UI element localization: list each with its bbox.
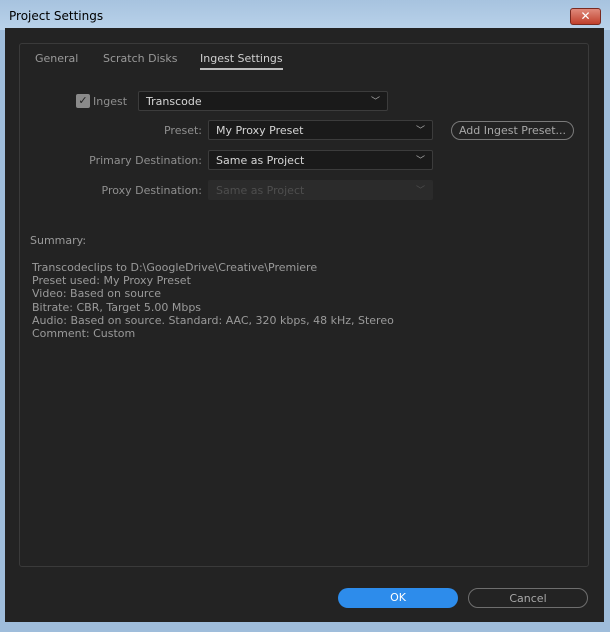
proxy-destination-value: Same as Project <box>216 184 305 197</box>
chevron-down-icon: ﹀ <box>415 186 425 196</box>
summary-line: Comment: Custom <box>32 327 136 341</box>
close-button[interactable]: ✕ <box>570 8 601 25</box>
summary-line: Video: Based on source <box>32 287 162 301</box>
summary-line: Bitrate: CBR, Target 5.00 Mbps <box>32 300 202 314</box>
preset-label: Preset: <box>163 124 202 137</box>
summary-line: Audio: Based on source. Standard: AAC, 3… <box>32 313 394 327</box>
ingest-checkbox[interactable]: ✓ <box>76 94 90 108</box>
ingest-mode-value: Transcode <box>146 95 202 108</box>
preset-value: My Proxy Preset <box>216 124 304 137</box>
chevron-down-icon: ﹀ <box>415 156 425 166</box>
add-ingest-preset-button[interactable]: Add Ingest Preset... <box>451 121 574 140</box>
proxy-destination-label: Proxy Destination: <box>101 184 202 197</box>
tab-scratch-disks[interactable]: Scratch Disks <box>103 52 177 65</box>
chevron-down-icon: ﹀ <box>370 97 380 107</box>
cancel-button[interactable]: Cancel <box>468 588 588 608</box>
proxy-destination-dropdown: Same as Project ﹀ <box>208 180 433 200</box>
tab-ingest-settings[interactable]: Ingest Settings <box>200 52 283 70</box>
summary-heading: Summary: <box>30 234 87 247</box>
settings-panel: General Scratch Disks Ingest Settings ✓ … <box>19 43 589 567</box>
summary-line: Transcodeclips to D:\GoogleDrive\Creativ… <box>32 261 318 274</box>
summary-text: Transcodeclips to D:\GoogleDrive\Creativ… <box>32 261 394 340</box>
window-title: Project Settings <box>9 9 104 23</box>
chevron-down-icon: ﹀ <box>415 126 425 136</box>
primary-destination-label: Primary Destination: <box>89 154 202 167</box>
dialog-body: General Scratch Disks Ingest Settings ✓ … <box>5 28 604 622</box>
primary-destination-value: Same as Project <box>216 154 305 167</box>
title-bar: Project Settings ✕ <box>0 0 610 30</box>
ok-button[interactable]: OK <box>338 588 458 608</box>
summary-line: Preset used: My Proxy Preset <box>32 274 191 288</box>
tab-general[interactable]: General <box>35 52 78 65</box>
preset-dropdown[interactable]: My Proxy Preset ﹀ <box>208 120 433 140</box>
primary-destination-dropdown[interactable]: Same as Project ﹀ <box>208 150 433 170</box>
ingest-label: Ingest <box>93 95 128 108</box>
ingest-mode-dropdown[interactable]: Transcode ﹀ <box>138 91 388 111</box>
